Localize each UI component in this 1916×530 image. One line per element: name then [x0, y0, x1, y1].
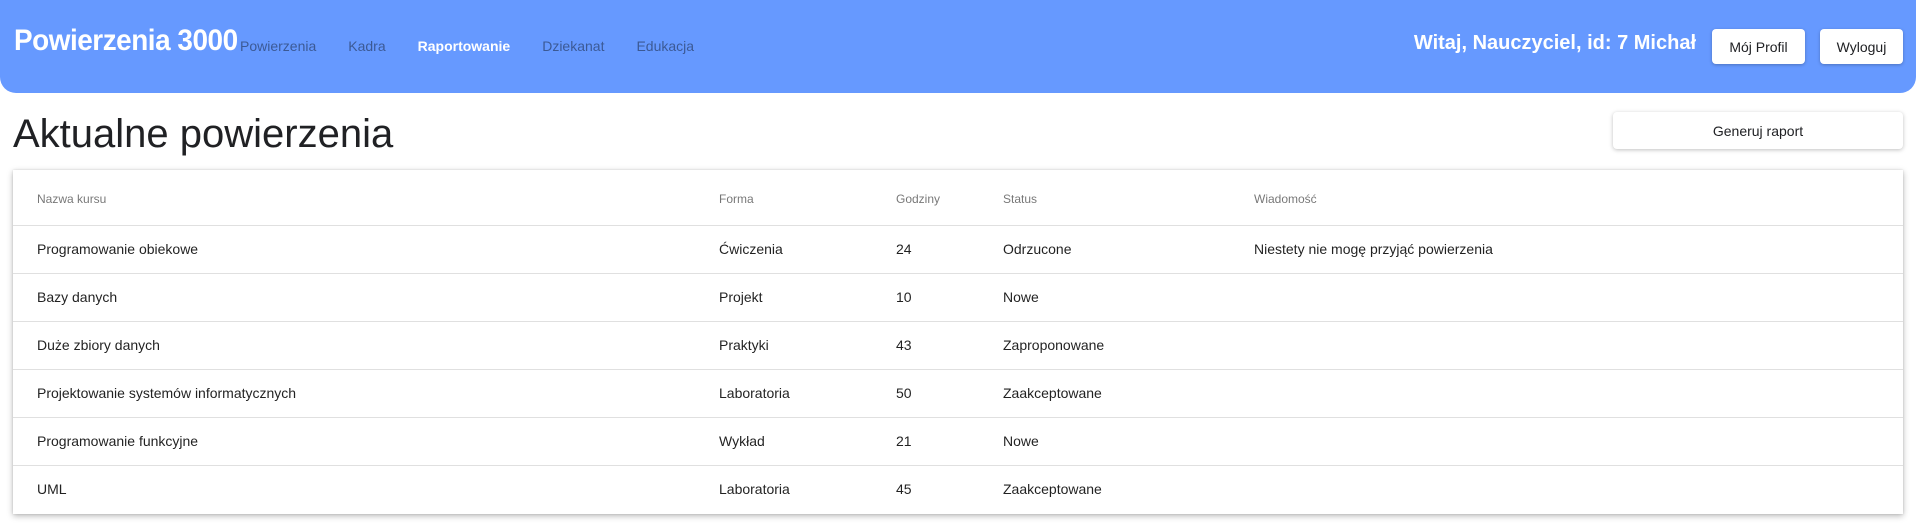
cell-form: Wykład [719, 433, 765, 449]
column-header-message[interactable]: Wiadomość [1254, 192, 1317, 206]
cell-status: Zaakceptowane [1003, 385, 1102, 401]
cell-status: Zaproponowane [1003, 337, 1105, 353]
column-header-course[interactable]: Nazwa kursu [37, 192, 106, 206]
cell-status: Nowe [1003, 433, 1039, 449]
table-row[interactable]: Duże zbiory danych Praktyki 43 Zapropono… [13, 322, 1903, 370]
table-row[interactable]: Programowanie funkcyjne Wykład 21 Nowe [13, 418, 1903, 466]
page-title: Aktualne powierzenia [13, 112, 394, 156]
cell-status: Zaakceptowane [1003, 481, 1102, 497]
table-row[interactable]: UML Laboratoria 45 Zaakceptowane [13, 466, 1903, 513]
cell-status: Odrzucone [1003, 241, 1072, 257]
table-row[interactable]: Bazy danych Projekt 10 Nowe [13, 274, 1903, 322]
cell-hours: 10 [896, 289, 912, 305]
nav-dziekanat[interactable]: Dziekanat [542, 38, 604, 58]
cell-course: Programowanie obiekowe [37, 241, 199, 257]
table-row[interactable]: Projektowanie systemów informatycznych L… [13, 370, 1903, 418]
top-navbar: Powierzenia 3000 Powierzenia Kadra Rapor… [0, 0, 1916, 93]
cell-hours: 43 [896, 337, 912, 353]
user-greeting: Witaj, Nauczyciel, id: 7 Michał [1413, 32, 1696, 54]
cell-form: Projekt [719, 289, 763, 305]
cell-course: Programowanie funkcyjne [37, 433, 199, 449]
main-nav: Powierzenia Kadra Raportowanie Dziekanat… [240, 38, 726, 58]
column-header-status[interactable]: Status [1003, 192, 1037, 206]
cell-hours: 50 [896, 385, 912, 401]
cell-hours: 21 [896, 433, 912, 449]
my-profile-button[interactable]: Mój Profil [1712, 29, 1805, 64]
logout-button[interactable]: Wyloguj [1820, 29, 1903, 64]
column-header-hours[interactable]: Godziny [896, 192, 940, 206]
cell-form: Ćwiczenia [719, 241, 783, 257]
brand-logo[interactable]: Powierzenia 3000 [14, 24, 238, 58]
cell-hours: 45 [896, 481, 912, 497]
column-header-form[interactable]: Forma [719, 192, 754, 206]
cell-form: Praktyki [719, 337, 769, 353]
table-header: Nazwa kursu Forma Godziny Status Wiadomo… [13, 170, 1903, 226]
cell-hours: 24 [896, 241, 912, 257]
nav-raportowanie[interactable]: Raportowanie [418, 38, 511, 58]
nav-powierzenia[interactable]: Powierzenia [240, 38, 316, 58]
nav-kadra[interactable]: Kadra [348, 38, 385, 58]
cell-course: UML [37, 481, 67, 497]
cell-form: Laboratoria [719, 385, 790, 401]
generate-report-button[interactable]: Generuj raport [1613, 112, 1903, 149]
nav-edukacja[interactable]: Edukacja [636, 38, 694, 58]
cell-status: Nowe [1003, 289, 1039, 305]
cell-form: Laboratoria [719, 481, 790, 497]
assignments-table: Nazwa kursu Forma Godziny Status Wiadomo… [13, 170, 1903, 514]
table-row[interactable]: Programowanie obiekowe Ćwiczenia 24 Odrz… [13, 226, 1903, 274]
cell-message: Niestety nie mogę przyjąć powierzenia [1254, 241, 1493, 257]
cell-course: Projektowanie systemów informatycznych [37, 385, 297, 401]
cell-course: Bazy danych [37, 289, 118, 305]
cell-course: Duże zbiory danych [37, 337, 160, 353]
